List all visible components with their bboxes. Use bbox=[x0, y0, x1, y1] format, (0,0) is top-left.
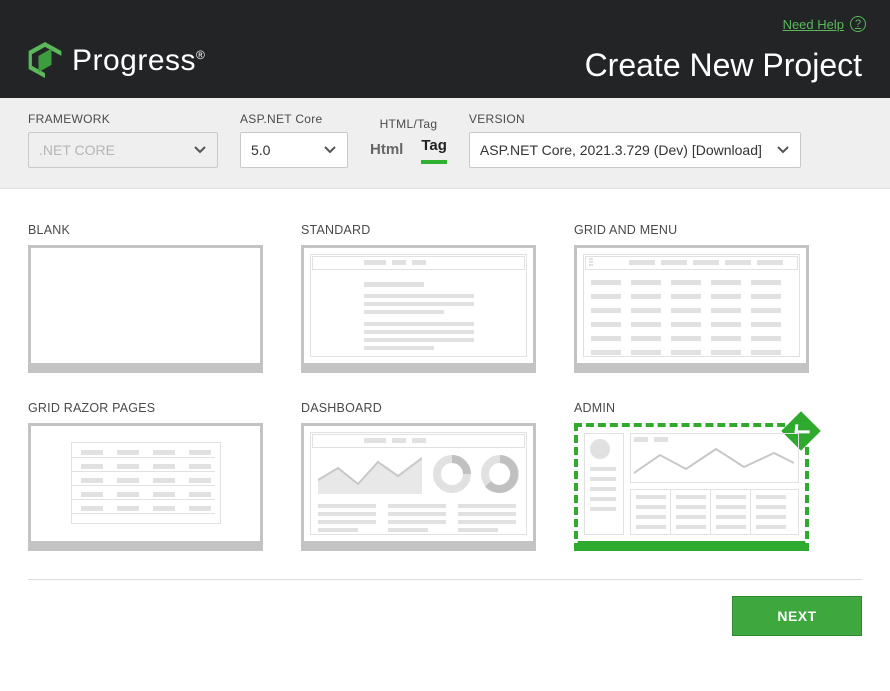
version-label: VERSION bbox=[469, 112, 801, 126]
template-grid: BLANK STANDARD GRID AND MENU bbox=[0, 189, 890, 561]
template-label: STANDARD bbox=[301, 223, 536, 237]
line-chart-icon bbox=[634, 445, 794, 479]
config-bar: FRAMEWORK .NET CORE ASP.NET Core 5.0 HTM… bbox=[0, 98, 890, 189]
template-thumb-admin[interactable] bbox=[574, 423, 809, 551]
template-gridrazor: GRID RAZOR PAGES bbox=[28, 401, 263, 551]
help-icon: ? bbox=[850, 16, 866, 32]
framework-label: FRAMEWORK bbox=[28, 112, 218, 126]
template-admin: ADMIN bbox=[574, 401, 809, 551]
template-thumb-gridrazor[interactable] bbox=[28, 423, 263, 551]
template-gridmenu: GRID AND MENU bbox=[574, 223, 809, 373]
donut-chart-icon bbox=[432, 454, 472, 494]
template-standard: STANDARD bbox=[301, 223, 536, 373]
htmltag-label: HTML/Tag bbox=[370, 117, 447, 131]
framework-group: FRAMEWORK .NET CORE bbox=[28, 112, 218, 168]
template-blank: BLANK bbox=[28, 223, 263, 373]
htmltag-group: HTML/Tag Html Tag bbox=[370, 117, 447, 168]
framework-value: .NET CORE bbox=[39, 142, 115, 158]
aspnetcore-value: 5.0 bbox=[251, 142, 270, 158]
tab-tag[interactable]: Tag bbox=[421, 137, 447, 164]
template-label: GRID AND MENU bbox=[574, 223, 809, 237]
aspnetcore-select[interactable]: 5.0 bbox=[240, 132, 348, 168]
next-button[interactable]: NEXT bbox=[732, 596, 862, 636]
need-help-label: Need Help bbox=[783, 17, 844, 32]
page-title: Create New Project bbox=[585, 47, 862, 84]
version-select[interactable]: ASP.NET Core, 2021.3.729 (Dev) [Download… bbox=[469, 132, 801, 168]
template-label: BLANK bbox=[28, 223, 263, 237]
progress-logo-icon bbox=[28, 42, 62, 78]
divider bbox=[28, 579, 862, 580]
footer: NEXT bbox=[0, 561, 890, 660]
tab-html[interactable]: Html bbox=[370, 141, 403, 164]
brand: Progress® bbox=[28, 42, 205, 78]
template-label: GRID RAZOR PAGES bbox=[28, 401, 263, 415]
app-header: Need Help ? Progress® Create New Project bbox=[0, 0, 890, 98]
template-dashboard: DASHBOARD bbox=[301, 401, 536, 551]
need-help-link[interactable]: Need Help ? bbox=[783, 16, 866, 32]
area-chart-icon bbox=[318, 454, 422, 494]
chevron-down-icon bbox=[323, 143, 337, 157]
chevron-down-icon bbox=[776, 143, 790, 157]
aspnetcore-label: ASP.NET Core bbox=[240, 112, 348, 126]
chevron-down-icon bbox=[193, 143, 207, 157]
brand-name: Progress® bbox=[72, 44, 205, 78]
aspnetcore-group: ASP.NET Core 5.0 bbox=[240, 112, 348, 168]
template-thumb-blank[interactable] bbox=[28, 245, 263, 373]
version-value: ASP.NET Core, 2021.3.729 (Dev) [Download… bbox=[480, 142, 762, 158]
template-thumb-standard[interactable] bbox=[301, 245, 536, 373]
template-label: ADMIN bbox=[574, 401, 809, 415]
template-label: DASHBOARD bbox=[301, 401, 536, 415]
donut-chart-icon bbox=[480, 454, 520, 494]
template-thumb-dashboard[interactable] bbox=[301, 423, 536, 551]
framework-select[interactable]: .NET CORE bbox=[28, 132, 218, 168]
version-group: VERSION ASP.NET Core, 2021.3.729 (Dev) [… bbox=[469, 112, 801, 168]
template-thumb-gridmenu[interactable] bbox=[574, 245, 809, 373]
